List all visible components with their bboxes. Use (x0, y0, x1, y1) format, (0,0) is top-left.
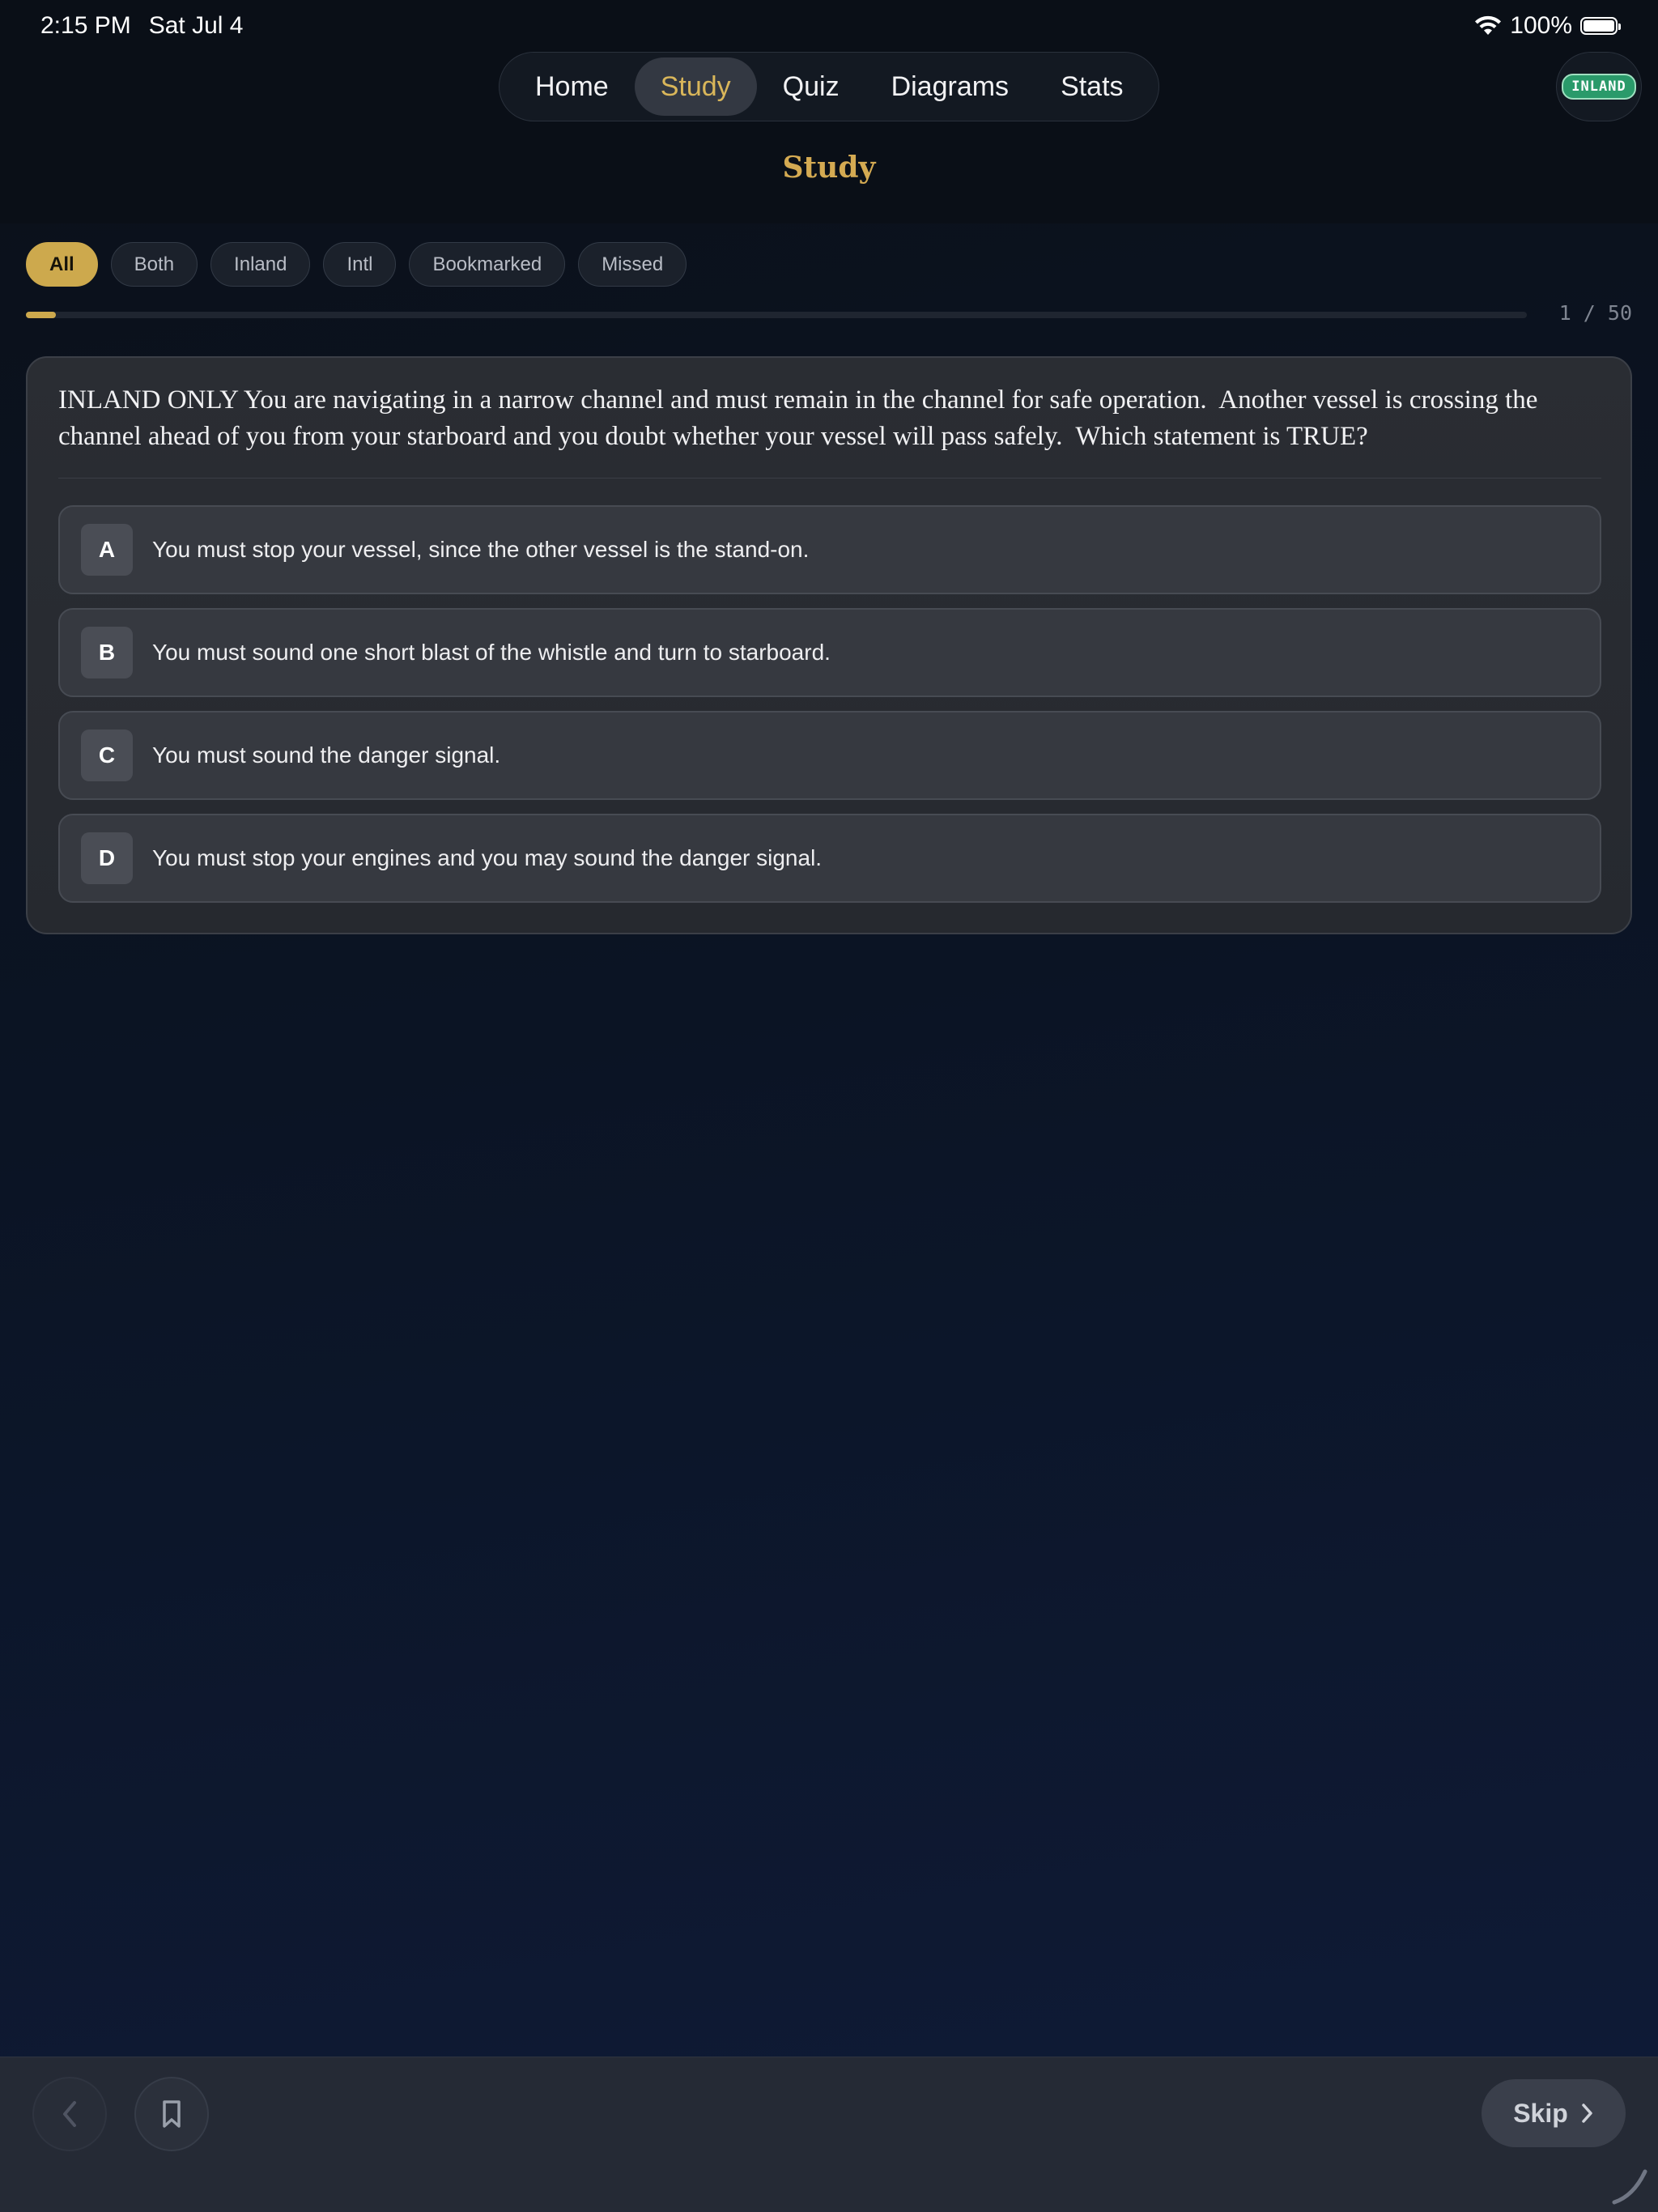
answer-letter: C (81, 730, 133, 781)
answer-text: You must sound one short blast of the wh… (152, 640, 831, 665)
filter-inland[interactable]: Inland (210, 242, 311, 287)
status-date: Sat Jul 4 (148, 12, 244, 39)
filter-missed[interactable]: Missed (578, 242, 687, 287)
page-title: Study (782, 151, 876, 185)
answer-option-b[interactable]: B You must sound one short blast of the … (58, 608, 1601, 697)
question-text: INLAND ONLY You are navigating in a narr… (58, 385, 1545, 451)
skip-button[interactable]: Skip (1482, 2079, 1626, 2147)
bookmark-button[interactable] (134, 2077, 209, 2151)
status-left: 2:15 PM Sat Jul 4 (40, 12, 243, 40)
tab-quiz[interactable]: Quiz (757, 57, 865, 116)
battery-percent: 100% (1510, 12, 1572, 39)
progress-fill (26, 312, 57, 318)
bookmark-icon (163, 2100, 181, 2128)
answer-text: You must stop your vessel, since the oth… (152, 537, 810, 562)
chevron-left-icon (63, 2101, 76, 2127)
tab-diagrams[interactable]: Diagrams (865, 57, 1035, 116)
wifi-icon (1475, 15, 1502, 35)
filter-bar: All Both Inland Intl Bookmarked Missed (26, 242, 687, 287)
progress-count: 1 / 50 (1558, 301, 1632, 325)
status-time: 2:15 PM (40, 12, 131, 39)
tab-study[interactable]: Study (634, 57, 757, 116)
previous-button[interactable] (32, 2077, 107, 2151)
tab-home[interactable]: Home (509, 57, 635, 116)
tab-stats[interactable]: Stats (1035, 57, 1149, 116)
progress-bar (26, 312, 1527, 318)
resize-handle-icon (1612, 2169, 1647, 2205)
card-divider (58, 478, 1601, 479)
mode-badge: INLAND (1562, 74, 1636, 100)
answer-option-a[interactable]: A You must stop your vessel, since the o… (58, 505, 1601, 594)
filter-intl[interactable]: Intl (323, 242, 397, 287)
battery-icon (1580, 17, 1621, 35)
mode-toggle-button[interactable]: INLAND (1556, 52, 1642, 121)
answer-text: You must stop your engines and you may s… (152, 845, 823, 870)
filter-both[interactable]: Both (110, 242, 198, 287)
question-card: INLAND ONLY You are navigating in a narr… (26, 356, 1632, 934)
answer-option-d[interactable]: D You must stop your engines and you may… (58, 814, 1601, 903)
answer-text: You must sound the danger signal. (152, 742, 501, 768)
status-right: 100% (1474, 12, 1621, 40)
status-bar: 2:15 PM Sat Jul 4 100% (0, 0, 1658, 52)
chevron-right-icon (1582, 2104, 1592, 2123)
answer-letter: A (81, 524, 133, 576)
answer-letter: D (81, 832, 133, 884)
answer-letter: B (81, 627, 133, 678)
main-nav: Home Study Quiz Diagrams Stats (499, 52, 1159, 121)
filter-all[interactable]: All (26, 242, 98, 287)
answer-option-c[interactable]: C You must sound the danger signal. (58, 711, 1601, 800)
bottom-toolbar: Skip (0, 2057, 1658, 2212)
skip-label: Skip (1513, 2098, 1568, 2128)
filter-bookmarked[interactable]: Bookmarked (409, 242, 566, 287)
battery-fill (1584, 20, 1614, 32)
